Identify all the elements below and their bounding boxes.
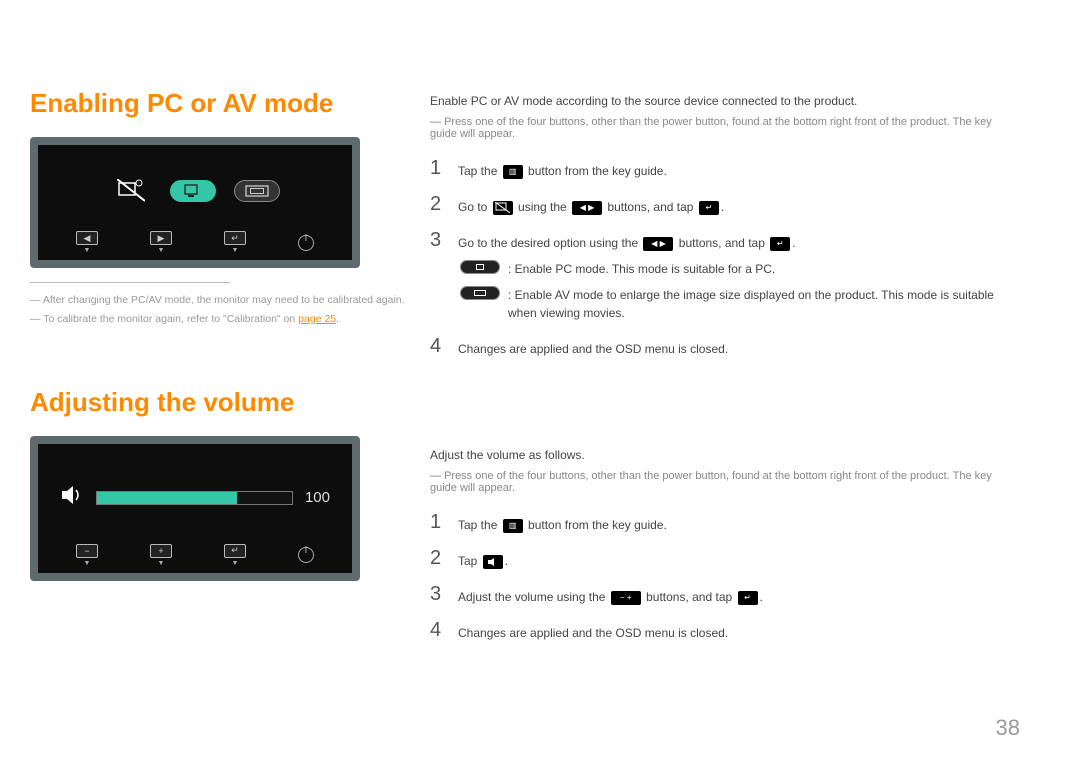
page-number: 38 [996,715,1020,741]
page-25-link[interactable]: page 25 [298,313,336,325]
footnote-2: ― To calibrate the monitor again, refer … [30,310,420,329]
heading-adjusting-volume: Adjusting the volume [30,387,420,418]
speaker-icon [60,484,84,512]
section1-intro-note: Press one of the four buttons, other tha… [430,116,1020,140]
enter-button-icon: ↵ [699,201,719,215]
pc-mode-pill [170,180,216,202]
enter-button-icon: ↵ [770,237,790,251]
step-number: 2 [430,548,446,568]
section2-intro-note: Press one of the four buttons, other tha… [430,470,1020,494]
av-mode-icon [460,286,500,300]
pc-mode-icon [460,260,500,274]
osd-screenshot-pcav: ◀▼ ▶▼ ↵▼ [30,137,360,268]
menu-button-icon: ▥ [503,519,523,533]
footnote-1: ― After changing the PC/AV mode, the mon… [30,291,420,310]
av-mode-pill [234,180,280,202]
section2-intro: Adjust the volume as follows. [430,446,1020,464]
step-number: 3 [430,230,446,250]
step-number: 1 [430,158,446,178]
power-key-icon [298,235,314,251]
step-number: 4 [430,336,446,356]
volume-bar [96,491,293,505]
heading-pc-av-mode: Enabling PC or AV mode [30,88,420,119]
left-right-buttons-icon: ◀ ▶ [643,237,673,251]
plus-key-icon: + [150,544,172,558]
pcav-target-icon [493,201,513,215]
minus-key-icon: − [76,544,98,558]
step-number: 2 [430,194,446,214]
step-number: 3 [430,584,446,604]
brightness-icon [110,177,152,205]
osd-screenshot-volume: 100 −▼ +▼ ↵▼ [30,436,360,581]
menu-button-icon: ▥ [503,165,523,179]
power-key-icon [298,547,314,563]
divider [30,282,230,283]
step-number: 4 [430,620,446,640]
enter-key-icon: ↵ [224,544,246,558]
enter-key-icon: ↵ [224,231,246,245]
speaker-button-icon [483,555,503,569]
minus-plus-buttons-icon: − + [611,591,641,605]
volume-value: 100 [305,489,330,506]
right-key-icon: ▶ [150,231,172,245]
left-key-icon: ◀ [76,231,98,245]
section1-steps: 1 Tap the ▥ button from the key guide. 2… [430,158,1020,358]
section1-intro: Enable PC or AV mode according to the so… [430,92,1020,110]
left-right-buttons-icon: ◀ ▶ [572,201,602,215]
enter-button-icon: ↵ [738,591,758,605]
section2-steps: 1 Tap the ▥ button from the key guide. 2… [430,512,1020,642]
step-number: 1 [430,512,446,532]
